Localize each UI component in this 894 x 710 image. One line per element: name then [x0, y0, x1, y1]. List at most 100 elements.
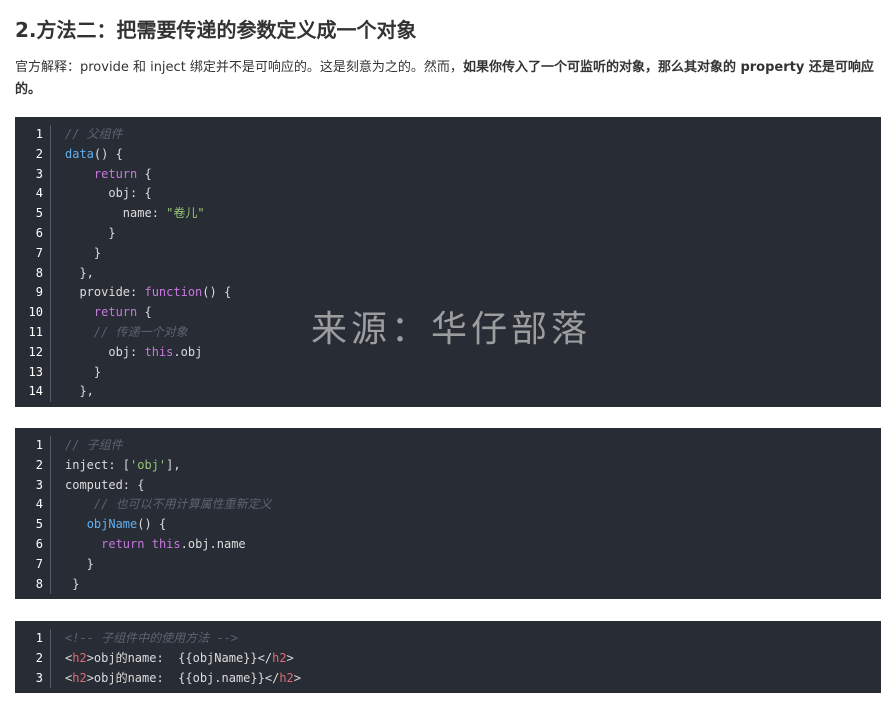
code-line: 2 data() {	[15, 144, 881, 165]
code-token: }	[65, 556, 94, 571]
code-token: },	[65, 265, 94, 280]
code-token: this	[151, 536, 181, 551]
code-line: 4 obj: {	[15, 184, 881, 205]
code-token: h2	[279, 670, 294, 685]
code-token: <!-- 子组件中的使用方法 -->	[65, 631, 239, 645]
code-token: "卷儿"	[166, 206, 205, 221]
code-token: () {	[202, 285, 232, 300]
code-token: }	[65, 576, 80, 591]
line-number: 8	[15, 263, 51, 284]
code-text: }	[51, 363, 101, 383]
code-line: 14 },	[15, 382, 881, 403]
code-text: inject: ['obj'],	[51, 456, 181, 476]
code-token: h2	[72, 650, 87, 665]
line-number: 4	[15, 495, 51, 516]
code-text: },	[51, 264, 94, 284]
line-number: 14	[15, 382, 51, 403]
code-text: },	[51, 382, 93, 402]
code-token: inject: [	[65, 457, 131, 472]
code-text: // 传递一个对象	[51, 323, 188, 343]
code-token: obj: {	[65, 186, 152, 201]
line-number: 6	[15, 223, 51, 244]
code-line: 4 // 也可以不用计算属性重新定义	[15, 495, 881, 516]
code-token: return	[93, 166, 138, 181]
code-token: }	[65, 245, 102, 260]
code-token: >	[286, 650, 294, 665]
code-text: // 子组件	[51, 436, 123, 456]
code-line: 8 }	[15, 574, 881, 595]
code-line: 5 objName() {	[15, 515, 881, 535]
code-token: // 也可以不用计算属性重新定义	[93, 497, 272, 512]
code-token: () {	[93, 146, 123, 161]
code-token: // 传递一个对象	[93, 324, 188, 339]
code-text: // 也可以不用计算属性重新定义	[51, 495, 272, 515]
explanation-text: 官方解释：provide 和 inject 绑定并不是可响应的。这是刻意为之的。…	[15, 60, 463, 75]
code-token: {	[137, 166, 152, 181]
code-token: name:	[65, 206, 167, 221]
code-line: 5 name: "卷儿"	[15, 204, 881, 224]
line-number: 3	[15, 164, 51, 185]
code-token: >	[293, 670, 301, 685]
code-text: computed: {	[51, 476, 144, 496]
line-number: 3	[15, 475, 51, 496]
code-token: function	[144, 285, 203, 300]
code-token: // 子组件	[65, 438, 123, 452]
code-line: 1 <!-- 子组件中的使用方法 -->	[15, 629, 881, 649]
code-line: 1 // 子组件	[15, 436, 881, 456]
code-token: objName	[86, 517, 138, 532]
line-number: 2	[15, 648, 51, 669]
code-token: // 父组件	[65, 127, 123, 141]
code-line: 8 },	[15, 263, 881, 284]
line-number: 5	[15, 515, 51, 535]
code-token: }	[65, 364, 102, 379]
code-text: objName() {	[51, 515, 166, 535]
line-number: 1	[15, 125, 51, 145]
code-line: 7 }	[15, 243, 881, 264]
code-text: return {	[51, 165, 152, 185]
code-token: return	[93, 305, 138, 320]
explanation-paragraph: 官方解释：provide 和 inject 绑定并不是可响应的。这是刻意为之的。…	[15, 57, 883, 101]
line-number: 10	[15, 303, 51, 323]
line-number: 2	[15, 455, 51, 476]
code-line: 6 }	[15, 223, 881, 244]
line-number: 11	[15, 322, 51, 343]
code-text: }	[51, 244, 101, 264]
code-token: obj:	[65, 344, 145, 359]
code-text: }	[51, 555, 94, 575]
line-number: 13	[15, 362, 51, 383]
code-token: >obj的name: {{obj.name}}</	[86, 670, 280, 685]
code-line: 1 // 父组件	[15, 125, 881, 145]
code-block-template-usage: 1 <!-- 子组件中的使用方法 --> 2 <h2>obj的name: {{objN…	[15, 621, 881, 693]
code-token: }	[65, 225, 116, 240]
code-text: name: "卷儿"	[51, 204, 205, 224]
code-token: h2	[272, 650, 287, 665]
code-block-parent-component: 1// 父组件 2 data() {3 return {4 obj: {5 name…	[15, 117, 881, 407]
code-token: >obj的name: {{objName}}</	[86, 650, 273, 665]
line-number: 1	[15, 629, 51, 649]
code-token: ],	[166, 457, 181, 472]
line-number: 6	[15, 534, 51, 555]
line-number: 8	[15, 574, 51, 595]
code-token: data	[65, 146, 94, 161]
code-block-child-component: 1// 子组件 2 inject: ['obj'], 3 computed: {4 //…	[15, 428, 881, 599]
code-text: obj: this.obj	[51, 343, 202, 363]
line-number: 9	[15, 283, 51, 304]
line-number: 12	[15, 342, 51, 363]
code-text: <h2>obj的name: {{objName}}</h2>	[51, 649, 294, 669]
code-token: return	[101, 536, 145, 551]
watermark: 来源：华仔部落	[311, 309, 592, 350]
code-token: .obj	[173, 344, 203, 359]
code-token: this	[144, 344, 174, 359]
code-line: 13 }	[15, 362, 881, 383]
code-text: data() {	[51, 145, 123, 165]
section-heading: 2.方法二：把需要传递的参数定义成一个对象	[15, 18, 417, 42]
line-number: 7	[15, 243, 51, 264]
line-number: 2	[15, 144, 51, 165]
code-token: () {	[137, 517, 167, 532]
code-line: 3 computed: {	[15, 475, 881, 496]
